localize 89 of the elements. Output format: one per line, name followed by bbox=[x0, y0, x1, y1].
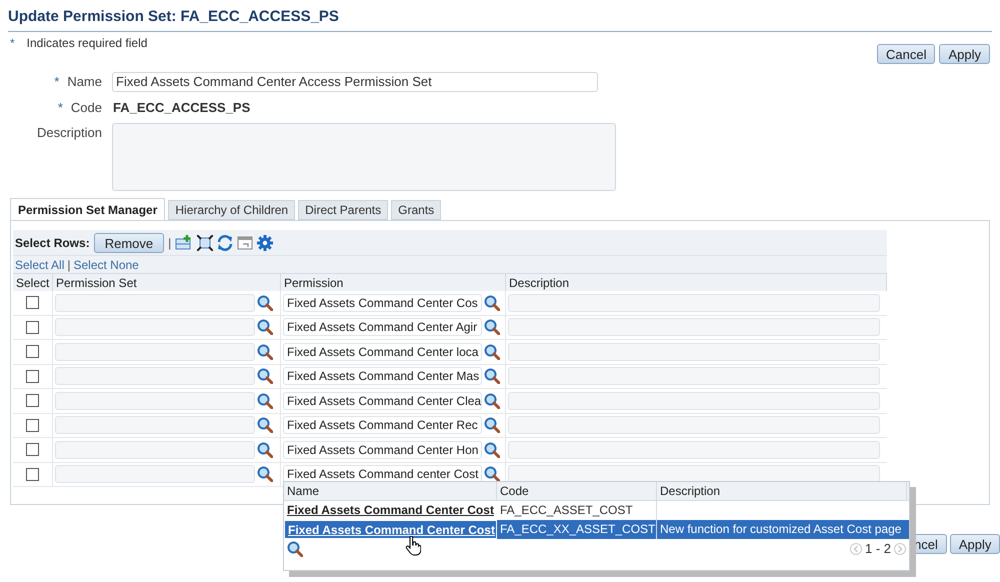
permission-set-field[interactable] bbox=[55, 440, 255, 459]
toolbar-separator: | bbox=[168, 234, 172, 252]
column-header: Code bbox=[497, 482, 657, 500]
detach-icon[interactable] bbox=[197, 234, 214, 250]
page-title: Update Permission Set: FA_ECC_ACCESS_PS bbox=[8, 0, 992, 32]
apply-button[interactable]: Apply bbox=[950, 534, 1000, 554]
code-value: FA_ECC_ACCESS_PS bbox=[112, 98, 250, 116]
description-field[interactable] bbox=[112, 123, 616, 191]
description-field[interactable] bbox=[508, 294, 880, 312]
checkbox[interactable] bbox=[26, 296, 39, 310]
field-label: Name bbox=[67, 72, 102, 90]
description-field[interactable] bbox=[508, 318, 880, 336]
apply-button[interactable]: Apply bbox=[939, 44, 990, 64]
link-separator: | bbox=[67, 256, 70, 274]
description-cell-text: New function for customized Asset Cost page bbox=[659, 521, 902, 538]
select-rows-label: Select Rows: bbox=[15, 234, 90, 252]
search-icon[interactable] bbox=[287, 541, 303, 557]
permission-set-field[interactable] bbox=[55, 465, 255, 484]
permission-field[interactable]: Fixed Assets Command Center loca bbox=[283, 342, 482, 361]
name-cell: Fixed Assets Command Center Cost bbox=[284, 520, 497, 539]
search-icon[interactable] bbox=[484, 392, 500, 409]
refresh-icon[interactable] bbox=[217, 234, 234, 250]
permission-set-field[interactable] bbox=[55, 392, 255, 410]
tab[interactable]: Direct Parents bbox=[298, 200, 388, 220]
checkbox[interactable] bbox=[26, 345, 39, 358]
field-label: Description bbox=[36, 124, 102, 142]
search-icon[interactable] bbox=[257, 442, 273, 458]
permission-set-field[interactable] bbox=[55, 416, 255, 434]
checkbox[interactable] bbox=[26, 468, 39, 481]
search-icon[interactable] bbox=[484, 294, 500, 311]
search-icon[interactable] bbox=[484, 319, 500, 336]
column-header: Description bbox=[657, 482, 907, 500]
permission-set-field[interactable] bbox=[55, 294, 255, 312]
search-icon[interactable] bbox=[484, 417, 500, 434]
search-icon[interactable] bbox=[484, 368, 500, 384]
permission-set-field[interactable] bbox=[55, 318, 255, 336]
column-header: Description bbox=[506, 274, 887, 291]
tab[interactable]: Permission Set Manager bbox=[10, 198, 166, 220]
required-asterisk: * bbox=[10, 34, 15, 52]
permission-field[interactable]: Fixed Assets Command Center Hon bbox=[283, 440, 482, 459]
column-header: Permission bbox=[281, 274, 506, 291]
permission-set-field[interactable] bbox=[55, 342, 255, 361]
search-icon[interactable] bbox=[257, 294, 273, 311]
search-icon[interactable] bbox=[257, 344, 273, 360]
checkbox[interactable] bbox=[26, 443, 39, 456]
remove-button[interactable]: Remove bbox=[94, 232, 164, 252]
column-header: Select bbox=[13, 274, 53, 291]
description-field[interactable] bbox=[508, 367, 880, 386]
result-row[interactable]: Fixed Assets Command Center Cost FA_ECC_XX_ASSET_COST New function for customized Asset Cost page bbox=[284, 520, 909, 539]
required-note: Indicates required field bbox=[26, 34, 148, 52]
name-field[interactable]: Fixed Assets Command Center Access Permission Set bbox=[112, 72, 598, 92]
permission-field[interactable]: Fixed Assets Command Center Cos bbox=[283, 294, 482, 312]
permission-field[interactable]: Fixed Assets Command Center Rec bbox=[283, 416, 482, 434]
search-icon[interactable] bbox=[484, 466, 500, 482]
checkbox[interactable] bbox=[26, 394, 39, 408]
description-field[interactable] bbox=[508, 416, 880, 434]
search-icon[interactable] bbox=[484, 442, 500, 458]
field-label: Code bbox=[70, 98, 102, 116]
required-asterisk: * bbox=[58, 98, 63, 116]
description-field[interactable] bbox=[508, 392, 880, 410]
window-icon[interactable] bbox=[237, 234, 254, 250]
code-cell: FA_ECC_XX_ASSET_COST bbox=[497, 520, 657, 539]
permission-field[interactable]: Fixed Assets Command Center Agir bbox=[283, 318, 482, 336]
search-icon[interactable] bbox=[257, 368, 273, 384]
settings-icon[interactable] bbox=[257, 234, 274, 250]
checkbox[interactable] bbox=[26, 418, 39, 432]
search-icon[interactable] bbox=[257, 466, 273, 482]
permission-field[interactable]: Fixed Assets Command Center Mas bbox=[283, 367, 482, 386]
cancel-button[interactable]: Cancel bbox=[877, 44, 936, 64]
tab[interactable]: Grants bbox=[391, 200, 442, 220]
checkbox[interactable] bbox=[26, 320, 39, 334]
select-none-link[interactable]: Select None bbox=[73, 256, 139, 274]
search-icon[interactable] bbox=[257, 319, 273, 336]
page-range: 1 - 2 bbox=[864, 540, 891, 558]
description-field[interactable] bbox=[508, 440, 880, 459]
description-field[interactable] bbox=[508, 342, 880, 361]
select-all-link[interactable]: Select All bbox=[15, 256, 64, 274]
hand-cursor-icon bbox=[405, 536, 421, 556]
permission-field[interactable]: Fixed Assets Command Center Clea bbox=[283, 392, 482, 410]
tab[interactable]: Hierarchy of Children bbox=[168, 200, 296, 220]
column-header: Permission Set bbox=[53, 274, 281, 291]
search-icon[interactable] bbox=[484, 344, 500, 360]
checkbox[interactable] bbox=[26, 370, 39, 383]
column-header: Name bbox=[284, 482, 497, 500]
search-icon[interactable] bbox=[257, 392, 273, 409]
required-asterisk: * bbox=[54, 72, 60, 90]
search-icon[interactable] bbox=[257, 417, 273, 434]
permission-set-field[interactable] bbox=[55, 367, 255, 386]
name-cell-text: Fixed Assets Command Center Cost bbox=[286, 502, 495, 519]
